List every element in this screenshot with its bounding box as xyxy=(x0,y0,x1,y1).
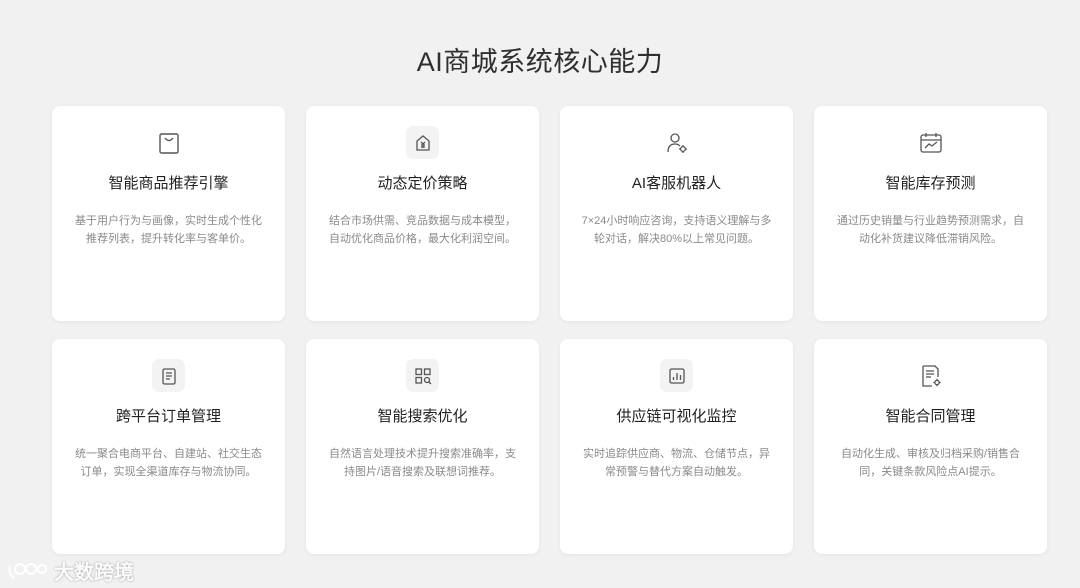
card-description: 7×24小时响应咨询，支持语义理解与多轮对话，解决80%以上常见问题。 xyxy=(581,215,772,245)
card-smart-search[interactable]: 智能搜索优化 自然语言处理技术提升搜索准确率，支持图片/语音搜索及联想词推荐。 xyxy=(306,339,539,554)
card-description: 基于用户行为与画像，实时生成个性化推荐列表，提升转化率与客单价。 xyxy=(75,215,262,245)
grid-search-icon xyxy=(406,359,439,392)
user-gear-icon xyxy=(660,126,693,159)
card-title: 动态定价策略 xyxy=(377,175,468,192)
card-ai-chatbot[interactable]: AI客服机器人 7×24小时响应咨询，支持语义理解与多轮对话，解决80%以上常见… xyxy=(560,106,793,321)
calendar-chart-icon xyxy=(914,126,947,159)
card-description: 自动化生成、审核及归档采购/销售合同，关键条款风险点AI提示。 xyxy=(840,448,1021,478)
card-inventory-forecast[interactable]: 智能库存预测 通过历史销量与行业趋势预测需求，自动化补货建议降低滞销风险。 xyxy=(814,106,1047,321)
card-description: 实时追踪供应商、物流、仓储节点，异常预警与替代方案自动触发。 xyxy=(583,448,770,478)
card-dynamic-pricing[interactable]: 动态定价策略 结合市场供需、竞品数据与成本模型，自动优化商品价格，最大化利润空间… xyxy=(306,106,539,321)
card-title: 智能合同管理 xyxy=(885,408,976,425)
card-title: 智能搜索优化 xyxy=(377,408,468,425)
card-title: 智能商品推荐引擎 xyxy=(108,175,229,192)
bar-chart-icon xyxy=(660,359,693,392)
card-contract-management[interactable]: 智能合同管理 自动化生成、审核及归档采购/销售合同，关键条款风险点AI提示。 xyxy=(814,339,1047,554)
card-supply-chain-monitor[interactable]: 供应链可视化监控 实时追踪供应商、物流、仓储节点，异常预警与替代方案自动触发。 xyxy=(560,339,793,554)
watermark-logo-icon xyxy=(8,562,47,579)
card-description: 自然语言处理技术提升搜索准确率，支持图片/语音搜索及联想词推荐。 xyxy=(329,448,516,478)
card-description: 结合市场供需、竞品数据与成本模型，自动优化商品价格，最大化利润空间。 xyxy=(329,215,516,245)
shopping-bag-icon xyxy=(152,126,185,159)
document-gear-icon xyxy=(914,359,947,392)
card-description: 统一聚合电商平台、自建站、社交生态订单，实现全渠道库存与物流协同。 xyxy=(75,448,262,478)
card-order-management[interactable]: 跨平台订单管理 统一聚合电商平台、自建站、社交生态订单，实现全渠道库存与物流协同… xyxy=(52,339,285,554)
capability-grid: 智能商品推荐引擎 基于用户行为与画像，实时生成个性化推荐列表，提升转化率与客单价… xyxy=(52,106,1047,554)
card-title: AI客服机器人 xyxy=(631,175,722,192)
card-title: 智能库存预测 xyxy=(885,175,976,192)
watermark: 大数跨境 xyxy=(6,556,134,585)
page-title: AI商城系统核心能力 xyxy=(416,47,664,77)
order-list-icon xyxy=(152,359,185,392)
price-tag-icon xyxy=(406,126,439,159)
card-description: 通过历史销量与行业趋势预测需求，自动化补货建议降低滞销风险。 xyxy=(837,215,1024,245)
card-title: 供应链可视化监控 xyxy=(616,408,737,425)
watermark-text: 大数跨境 xyxy=(54,562,134,584)
card-title: 跨平台订单管理 xyxy=(115,408,221,425)
card-product-recommendation[interactable]: 智能商品推荐引擎 基于用户行为与画像，实时生成个性化推荐列表，提升转化率与客单价… xyxy=(52,106,285,321)
